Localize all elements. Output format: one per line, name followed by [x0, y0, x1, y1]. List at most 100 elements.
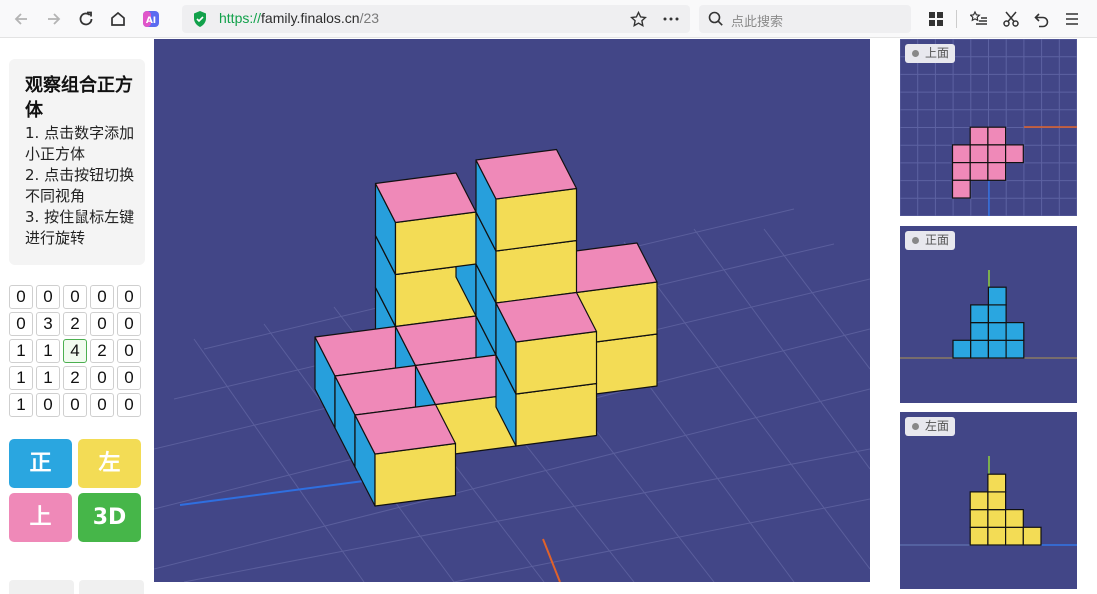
grid-cell[interactable]: 0 — [9, 312, 33, 336]
front-view-square — [1005, 321, 1025, 341]
left-view-label: 左面 — [905, 417, 956, 436]
left-view-square — [987, 508, 1007, 528]
top-view-label: 上面 — [905, 44, 956, 63]
grid-cell[interactable]: 0 — [63, 393, 87, 417]
shield-icon — [194, 11, 206, 27]
instruction-step: 3. 按住鼠标左键进行旋转 — [25, 208, 135, 247]
grid-cell[interactable]: 4 — [63, 339, 87, 363]
front-view-square — [970, 304, 989, 324]
front-view-square — [970, 321, 989, 341]
front-view-square — [987, 304, 1007, 324]
x-axis-line — [542, 538, 561, 582]
top-view-panel: 上面 — [900, 39, 1077, 216]
grid-cell[interactable]: 0 — [9, 285, 33, 309]
left-view-squares — [969, 473, 1042, 546]
top-view-square — [969, 126, 989, 146]
grid-cell[interactable]: 1 — [9, 339, 33, 363]
left-view-square — [1004, 508, 1024, 528]
left-view-square — [969, 526, 989, 546]
url-host: family.finalos.cn — [261, 10, 360, 26]
cube — [495, 291, 598, 395]
star-icon[interactable] — [630, 11, 647, 28]
top-view-square — [969, 144, 989, 164]
camera-icon — [912, 237, 919, 244]
camera-icon — [912, 50, 919, 57]
left-view-panel: 左面 — [900, 412, 1077, 589]
grid-cell[interactable]: 0 — [90, 285, 114, 309]
grid-cell[interactable]: 2 — [63, 366, 87, 390]
front-view-square — [987, 339, 1007, 359]
front-view-square — [987, 321, 1007, 341]
front-view-button[interactable]: 正 — [9, 439, 72, 488]
top-view-square — [969, 161, 989, 181]
grid-cell[interactable]: 2 — [90, 339, 114, 363]
grid-cell[interactable]: 1 — [9, 393, 33, 417]
favorites-list-icon[interactable] — [966, 6, 992, 32]
toolbar-divider — [956, 10, 957, 28]
grid-cell[interactable]: 1 — [36, 366, 60, 390]
top-view-square — [987, 144, 1007, 164]
grid-cell[interactable]: 3 — [36, 312, 60, 336]
grid-cell[interactable]: 0 — [36, 393, 60, 417]
3d-scene[interactable] — [154, 39, 870, 582]
grid-cell[interactable]: 0 — [63, 285, 87, 309]
extra-button[interactable] — [79, 580, 144, 594]
url-scheme: https:// — [219, 10, 262, 26]
left-view-button[interactable]: 左 — [78, 439, 141, 488]
top-view-button[interactable]: 上 — [9, 493, 72, 542]
front-view-label: 正面 — [905, 231, 956, 250]
grid-cell[interactable]: 0 — [90, 393, 114, 417]
main-3d-view[interactable] — [154, 39, 870, 582]
forward-icon[interactable] — [41, 6, 67, 32]
grid-cell[interactable]: 0 — [36, 285, 60, 309]
grid-cell[interactable]: 0 — [90, 366, 114, 390]
ai-extension-icon[interactable]: AI — [138, 6, 164, 32]
cube — [354, 403, 457, 507]
cube — [374, 172, 477, 276]
front-view-square — [970, 339, 989, 359]
browser-toolbar: AI https://family.finalos.cn/23 点此搜索 — [0, 0, 1097, 38]
grid-cell[interactable]: 1 — [9, 366, 33, 390]
grid-cell[interactable]: 2 — [63, 312, 87, 336]
back-icon[interactable] — [8, 6, 34, 32]
top-view-square — [987, 126, 1007, 146]
left-view-square — [987, 526, 1007, 546]
svg-text:AI: AI — [146, 16, 156, 26]
instruction-step: 2. 点击按钮切换不同视角 — [25, 166, 135, 205]
three-d-view-button[interactable]: 3D — [78, 493, 141, 542]
scissors-icon[interactable] — [998, 6, 1024, 32]
left-view-square — [969, 491, 989, 511]
url-text: https://family.finalos.cn/23 — [219, 10, 379, 26]
grid-apps-icon[interactable] — [923, 6, 949, 32]
left-view-square — [1022, 526, 1042, 546]
left-view-square — [987, 473, 1007, 493]
instructions-title: 观察组合正方体 — [25, 75, 133, 121]
grid-cell[interactable]: 0 — [117, 285, 141, 309]
home-icon[interactable] — [105, 6, 131, 32]
instruction-step: 1. 点击数字添加小正方体 — [25, 124, 135, 163]
cube-stack — [314, 148, 658, 507]
front-view-square — [987, 286, 1007, 306]
top-view-canvas — [900, 39, 1077, 216]
search-icon — [708, 11, 723, 26]
url-path: /23 — [359, 10, 380, 26]
grid-cell[interactable]: 0 — [117, 366, 141, 390]
camera-icon — [912, 423, 919, 430]
grid-cell[interactable]: 0 — [117, 339, 141, 363]
address-bar[interactable]: https://family.finalos.cn/23 — [182, 5, 690, 33]
z-axis-line — [179, 478, 380, 506]
grid-cell[interactable]: 0 — [117, 393, 141, 417]
cube — [475, 148, 578, 252]
search-box[interactable]: 点此搜索 — [699, 5, 911, 33]
undo-icon[interactable] — [1029, 6, 1055, 32]
extra-button[interactable] — [9, 580, 74, 594]
menu-icon[interactable] — [1059, 6, 1085, 32]
grid-cell[interactable]: 1 — [36, 339, 60, 363]
top-view-label-text: 上面 — [925, 46, 950, 60]
front-view-square — [952, 339, 972, 359]
front-view-panel: 正面 — [900, 226, 1077, 403]
more-icon[interactable] — [663, 17, 679, 21]
grid-cell[interactable]: 0 — [90, 312, 114, 336]
reload-icon[interactable] — [73, 6, 99, 32]
grid-cell[interactable]: 0 — [117, 312, 141, 336]
